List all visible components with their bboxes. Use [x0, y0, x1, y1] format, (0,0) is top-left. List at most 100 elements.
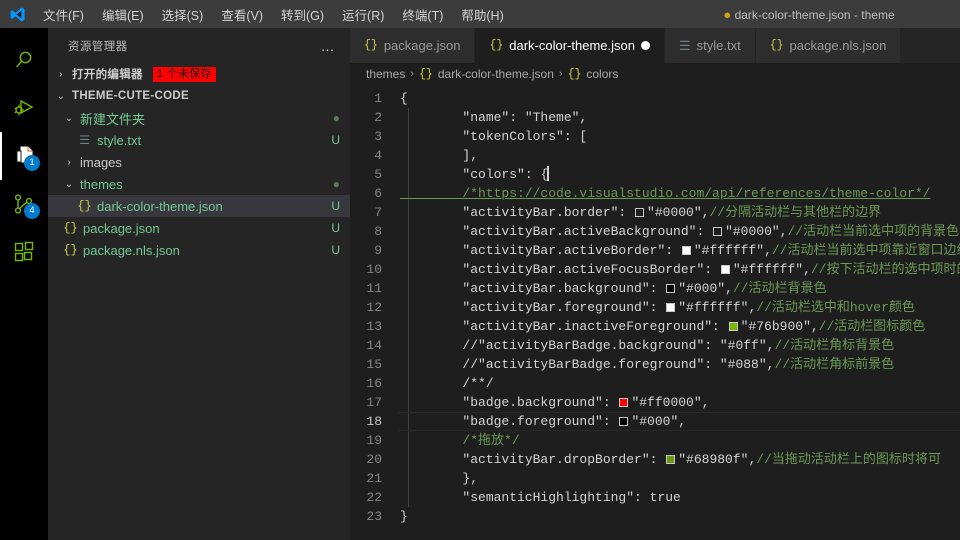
activity-item-explorer[interactable]: 1 — [0, 132, 48, 180]
code-text: "#68980f", — [678, 452, 757, 467]
code-line-9[interactable]: "activityBar.activeBorder": "#ffffff",//… — [398, 241, 960, 260]
tree-item-style-txt[interactable]: ☰ style.txt U — [48, 129, 350, 151]
code-line-18[interactable]: "badge.foreground": "#000", — [398, 412, 960, 431]
code-text: //"activityBarBadge.foreground": "#088", — [400, 357, 775, 372]
line-number-gutter: 1 2 3 4 5 6 7 8 9 10 11 12 13 14 15 16 1… — [350, 85, 398, 540]
code-line-19[interactable]: /*拖放*/ — [398, 431, 960, 450]
code-text: } — [400, 509, 408, 524]
tab-style-txt[interactable]: ☰ style.txt — [664, 28, 756, 63]
code-text-comment: //活动栏背景色 — [732, 281, 827, 296]
breadcrumb: themes › {} dark-color-theme.json › {} c… — [350, 63, 960, 85]
code-line-16[interactable]: /**/ — [398, 374, 960, 393]
code-line-12[interactable]: "activityBar.foreground": "#ffffff",//活动… — [398, 298, 960, 317]
dirty-indicator-icon: ● — [723, 6, 732, 22]
menu-item-select[interactable]: 选择(S) — [153, 2, 213, 27]
text-file-icon: ☰ — [79, 133, 90, 147]
json-icon: {} — [364, 39, 378, 52]
code-text: "#ffffff", — [693, 243, 772, 258]
code-line-2[interactable]: "name": "Theme", — [398, 108, 960, 127]
breadcrumb-item-file[interactable]: dark-color-theme.json — [438, 67, 554, 81]
code-text: "colors": { — [400, 167, 549, 182]
activity-item-source-control[interactable]: 4 — [0, 180, 48, 228]
code-line-11[interactable]: "activityBar.background": "#000",//活动栏背景… — [398, 279, 960, 298]
sidebar-more-actions-icon[interactable]: … — [321, 38, 343, 54]
code-line-6[interactable]: /*https://code.visualstudio.com/api/refe… — [398, 184, 960, 203]
line-number-current: 18 — [366, 414, 382, 429]
explorer-badge: 1 — [24, 155, 40, 171]
code-lines[interactable]: { "name": "Theme", "tokenColors": [ ], "… — [398, 85, 960, 540]
code-line-7[interactable]: "activityBar.border": "#0000",//分隔活动栏与其他… — [398, 203, 960, 222]
line-number: 16 — [366, 376, 382, 391]
tree-item-images[interactable]: › images — [48, 151, 350, 173]
menu-bar[interactable]: 文件(F) 编辑(E) 选择(S) 查看(V) 转到(G) 运行(R) 终端(T… — [34, 2, 513, 27]
tree-item-dark-color-theme-json[interactable]: {} dark-color-theme.json U — [48, 195, 350, 217]
code-line-17[interactable]: "badge.background": "#ff0000", — [398, 393, 960, 412]
code-text-comment: //当拖动活动栏上的图标时将可 — [756, 452, 941, 467]
code-text: "activityBar.dropBorder": — [400, 452, 666, 467]
unsaved-count-badge: 1 个未保存 — [152, 66, 216, 82]
code-line-20[interactable]: "activityBar.dropBorder": "#68980f",//当拖… — [398, 450, 960, 469]
code-text: "activityBar.activeBackground": — [400, 224, 713, 239]
code-text-comment: //活动栏当前选中项靠近窗口边缘的边框 — [771, 243, 960, 258]
code-text: }, — [400, 471, 479, 486]
code-line-5[interactable]: "colors": { — [398, 165, 960, 184]
chevron-right-icon: › — [67, 156, 71, 168]
code-text: "badge.foreground": — [400, 414, 619, 429]
json-file-icon: {} — [63, 243, 78, 257]
code-line-14[interactable]: //"activityBarBadge.background": "#0ff",… — [398, 336, 960, 355]
line-number: 9 — [374, 243, 382, 258]
code-line-1[interactable]: { — [398, 89, 960, 108]
activity-item-run-and-debug[interactable] — [0, 84, 48, 132]
activity-item-search[interactable] — [0, 36, 48, 84]
tab-package-nls-json[interactable]: {} package.nls.json — [755, 28, 902, 63]
line-number: 19 — [366, 433, 382, 448]
code-line-10[interactable]: "activityBar.activeFocusBorder": "#fffff… — [398, 260, 960, 279]
line-number: 11 — [366, 281, 382, 296]
editor-area: {} package.json {} dark-color-theme.json… — [350, 28, 960, 540]
menu-item-help[interactable]: 帮助(H) — [452, 2, 512, 27]
code-text: //"activityBarBadge.background": "#0ff", — [400, 338, 775, 353]
tree-item-new-folder[interactable]: ⌄ 新建文件夹 ● — [48, 107, 350, 129]
code-line-23[interactable]: } — [398, 507, 960, 526]
menu-item-run[interactable]: 运行(R) — [333, 2, 393, 27]
code-line-8[interactable]: "activityBar.activeBackground": "#0000",… — [398, 222, 960, 241]
activity-bar: 1 4 — [0, 28, 48, 540]
menu-item-terminal[interactable]: 终端(T) — [393, 2, 452, 27]
code-line-3[interactable]: "tokenColors": [ — [398, 127, 960, 146]
menu-item-file[interactable]: 文件(F) — [34, 2, 93, 27]
code-editor[interactable]: 1 2 3 4 5 6 7 8 9 10 11 12 13 14 15 16 1… — [350, 85, 960, 540]
tree-item-package-nls-json[interactable]: {} package.nls.json U — [48, 239, 350, 261]
tree-item-themes[interactable]: ⌄ themes ● — [48, 173, 350, 195]
code-line-15[interactable]: //"activityBarBadge.foreground": "#088",… — [398, 355, 960, 374]
breadcrumb-item-themes[interactable]: themes — [366, 67, 405, 81]
code-text: "activityBar.background": — [400, 281, 666, 296]
tab-dirty-icon[interactable] — [640, 41, 650, 50]
color-swatch — [635, 208, 645, 217]
menu-item-go[interactable]: 转到(G) — [272, 2, 333, 27]
run-debug-icon — [14, 99, 34, 116]
code-text: "activityBar.foreground": — [400, 300, 666, 315]
color-swatch — [666, 303, 676, 312]
title-bar: 文件(F) 编辑(E) 选择(S) 查看(V) 转到(G) 运行(R) 终端(T… — [0, 0, 960, 28]
tab-package-json[interactable]: {} package.json — [350, 28, 476, 63]
code-text: "activityBar.activeFocusBorder": — [400, 262, 720, 277]
tab-bar: {} package.json {} dark-color-theme.json… — [350, 28, 960, 63]
chevron-right-icon: › — [59, 68, 63, 80]
line-number: 14 — [366, 338, 382, 353]
tab-dark-color-theme-json[interactable]: {} dark-color-theme.json — [475, 28, 665, 63]
menu-item-edit[interactable]: 编辑(E) — [93, 2, 153, 27]
section-project-root[interactable]: ⌄ THEME-CUTE-CODE — [48, 85, 350, 107]
section-open-editors[interactable]: › 打开的编辑器 1 个未保存 — [48, 63, 350, 85]
code-line-13[interactable]: "activityBar.inactiveForeground": "#76b9… — [398, 317, 960, 336]
breadcrumb-item-colors[interactable]: colors — [586, 67, 618, 81]
tree-item-package-json[interactable]: {} package.json U — [48, 217, 350, 239]
code-line-4[interactable]: ], — [398, 146, 960, 165]
code-line-22[interactable]: "semanticHighlighting": true — [398, 488, 960, 507]
code-text: ], — [400, 148, 479, 163]
code-text-comment: //活动栏角标背景色 — [774, 338, 895, 353]
code-line-21[interactable]: }, — [398, 469, 960, 488]
json-icon: {} — [567, 67, 582, 81]
menu-item-view[interactable]: 查看(V) — [212, 2, 272, 27]
json-icon: {} — [769, 39, 784, 52]
activity-item-extensions[interactable] — [0, 228, 48, 276]
